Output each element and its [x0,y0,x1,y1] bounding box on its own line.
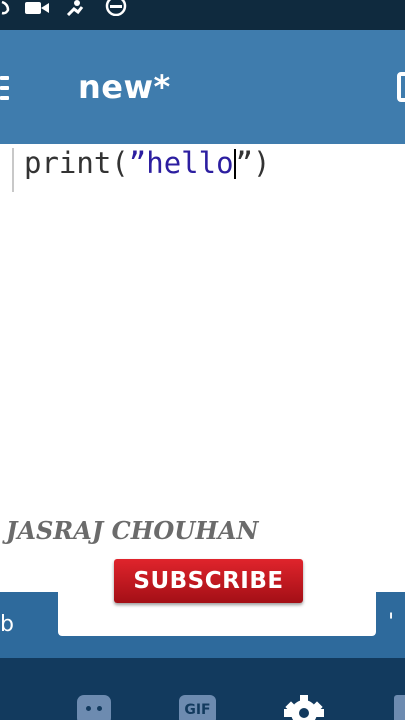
document-icon[interactable] [397,72,405,102]
code-string: hello [146,146,234,180]
keyboard-edge-icon[interactable] [394,695,405,720]
gif-icon[interactable]: GIF [179,695,216,720]
page-title: new* [78,68,171,106]
app-bar [0,30,405,144]
gutter-line [12,148,14,192]
code-line[interactable]: print(”hello”) [24,146,270,180]
gear-icon[interactable] [284,695,324,720]
menu-icon[interactable] [0,76,9,102]
code-quote-open: ” [128,146,147,180]
video-camera-icon [25,2,49,14]
watermark-text: JASRAJ CHOUHAN [6,516,259,545]
signal-icon [1,0,10,15]
suggestion-left[interactable]: b [0,612,14,637]
sticker-icon[interactable] [77,695,111,720]
code-func: print( [24,146,129,180]
suggestion-right[interactable]: ' [388,610,394,635]
subscribe-button[interactable]: SUBSCRIBE [114,559,303,603]
code-quote-close: ”) [235,146,271,180]
status-bar [0,0,405,30]
do-not-disturb-icon [105,0,127,16]
run-icon [66,0,84,16]
